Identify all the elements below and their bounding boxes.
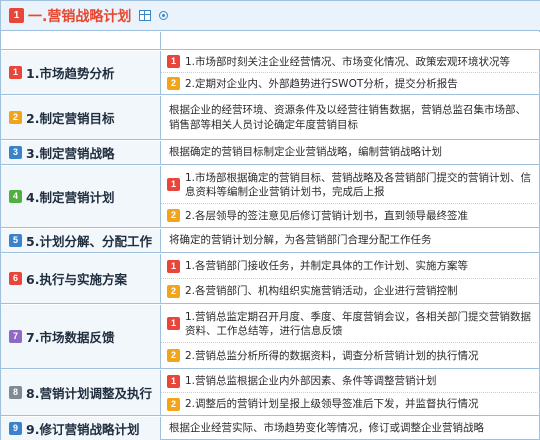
detail-item: 1 1.市场部根据确定的营销目标、营销战略及各营销部门提交的营销计划、信息资料等… [161, 166, 540, 204]
step-badge: 1 [9, 66, 22, 79]
row-label-cell: 1 1.市场趋势分析 [1, 51, 161, 94]
title-badge: 1 [9, 8, 24, 23]
step-badge: 6 [9, 272, 22, 285]
step-badge: 9 [9, 422, 22, 435]
target-icon[interactable] [159, 11, 169, 20]
table-row-marketing-plan: 4 4.制定营销计划 1 1.市场部根据确定的营销目标、营销战略及各营销部门提交… [1, 166, 540, 228]
step-label: 9.修订营销战略计划 [26, 422, 140, 437]
row-detail-cell: 1 1.营销总监定期召开月度、季度、年度营销会议，各相关部门提交营销数据资料、工… [161, 305, 540, 368]
table-row-marketing-goal: 2 2.制定营销目标 根据企业的经营环境、资源条件及以经营往销售数据，营销总监召… [1, 96, 540, 140]
item-text: 2.调整后的营销计划呈报上级领导签准后下发，并监督执行情况 [185, 398, 479, 410]
step-label: 6.执行与实施方案 [26, 272, 127, 287]
step-badge: 4 [9, 190, 22, 203]
item-text: 1.市场部根据确定的营销目标、营销战略及各营销部门提交的营销计划、信息资料等编制… [185, 171, 532, 198]
row-detail-cell: 将确定的营销计划分解，为各营销部门合理分配工作任务 [161, 229, 540, 252]
detail-item: 1 1.营销总监定期召开月度、季度、年度营销会议，各相关部门提交营销数据资料、工… [161, 305, 540, 343]
step-badge: 2 [9, 111, 22, 124]
marketing-strategy-table: 1 一.营销战略计划 1 1.市场趋势分析 1 1.市场部时刻关注企业经营情况、… [0, 0, 540, 440]
item-text: 1.市场部时刻关注企业经营情况、市场变化情况、政策宏观环境状况等 [185, 55, 511, 68]
item-text: 1.各营销部门接收任务，并制定具体的工作计划、实施方案等 [185, 260, 469, 272]
detail-text: 根据企业经营实际、市场趋势变化等情况，修订或调整企业营销战略 [169, 422, 484, 434]
step-label: 3.制定营销战略 [26, 146, 115, 161]
row-label-cell: 3 3.制定营销战略 [1, 141, 161, 164]
table-row-plan-breakdown: 5 5.计划分解、分配工作 将确定的营销计划分解，为各营销部门合理分配工作任务 [1, 229, 540, 253]
item-badge: 1 [167, 317, 180, 330]
detail-item: 1 1.营销总监根据企业内外部因素、条件等调整营销计划 [161, 370, 540, 393]
detail-text: 将确定的营销计划分解，为各营销部门合理分配工作任务 [169, 234, 432, 246]
page-title: 一.营销战略计划 [28, 8, 132, 25]
item-text: 2.营销总监分析所得的数据资料，调查分析营销计划的执行情况 [185, 349, 479, 362]
empty-header-row [1, 32, 540, 50]
step-badge: 8 [9, 386, 22, 399]
table-row-marketing-strategy: 3 3.制定营销战略 根据确定的营销目标制定企业营销战略，编制营销战略计划 [1, 141, 540, 165]
table-row-strategy-revision: 9 9.修订营销战略计划 根据企业经营实际、市场趋势变化等情况，修订或调整企业营… [1, 417, 540, 440]
item-badge: 1 [167, 178, 180, 191]
step-label: 1.市场趋势分析 [26, 66, 115, 81]
item-badge: 2 [167, 284, 180, 298]
row-detail-cell: 1 1.市场部时刻关注企业经营情况、市场变化情况、政策宏观环境状况等 2 2.定… [161, 51, 540, 94]
step-badge: 5 [9, 234, 22, 247]
item-badge: 2 [167, 349, 180, 362]
detail-item: 2 2.各营销部门、机构组织实施营销活动，企业进行营销控制 [161, 279, 540, 303]
row-label-cell: 5 5.计划分解、分配工作 [1, 229, 161, 252]
row-detail-cell: 1 1.营销总监根据企业内外部因素、条件等调整营销计划 2 2.调整后的营销计划… [161, 370, 540, 415]
row-detail-cell: 1 1.市场部根据确定的营销目标、营销战略及各营销部门提交的营销计划、信息资料等… [161, 166, 540, 227]
table-row-plan-adjustment: 8 8.营销计划调整及执行 1 1.营销总监根据企业内外部因素、条件等调整营销计… [1, 370, 540, 416]
row-label-cell: 9 9.修订营销战略计划 [1, 417, 161, 440]
item-badge: 1 [167, 259, 180, 273]
step-label: 2.制定营销目标 [26, 111, 115, 126]
detail-text: 根据确定的营销目标制定企业营销战略，编制营销战略计划 [169, 146, 442, 158]
row-label-cell: 7 7.市场数据反馈 [1, 305, 161, 368]
row-detail-cell: 1 1.各营销部门接收任务，并制定具体的工作计划、实施方案等 2 2.各营销部门… [161, 254, 540, 303]
row-label-cell: 4 4.制定营销计划 [1, 166, 161, 227]
table-title-bar: 1 一.营销战略计划 [1, 1, 540, 31]
detail-item: 2 2.调整后的营销计划呈报上级领导签准后下发，并监督执行情况 [161, 393, 540, 415]
item-badge: 2 [167, 209, 180, 222]
table-row-data-feedback: 7 7.市场数据反馈 1 1.营销总监定期召开月度、季度、年度营销会议，各相关部… [1, 305, 540, 369]
step-label: 8.营销计划调整及执行 [26, 386, 152, 401]
row-detail-cell: 根据确定的营销目标制定企业营销战略，编制营销战略计划 [161, 141, 540, 164]
detail-item: 2 2.营销总监分析所得的数据资料，调查分析营销计划的执行情况 [161, 343, 540, 368]
item-text: 1.营销总监根据企业内外部因素、条件等调整营销计划 [185, 375, 437, 387]
detail-text: 根据企业的经营环境、资源条件及以经营往销售数据，营销总监召集市场部、销售部等相关… [169, 103, 526, 131]
step-label: 5.计划分解、分配工作 [26, 234, 152, 249]
table-row-execution: 6 6.执行与实施方案 1 1.各营销部门接收任务，并制定具体的工作计划、实施方… [1, 254, 540, 304]
item-badge: 2 [167, 77, 180, 90]
item-text: 1.营销总监定期召开月度、季度、年度营销会议，各相关部门提交营销数据资料、工作总… [185, 310, 532, 337]
detail-item: 1 1.市场部时刻关注企业经营情况、市场变化情况、政策宏观环境状况等 [161, 51, 540, 73]
item-badge: 1 [167, 374, 180, 388]
item-text: 2.各层领导的签注意见后修订营销计划书，直到领导最终签准 [185, 209, 469, 222]
row-label-cell: 6 6.执行与实施方案 [1, 254, 161, 303]
row-label-cell: 8 8.营销计划调整及执行 [1, 370, 161, 415]
item-text: 2.定期对企业内、外部趋势进行SWOT分析，提交分析报告 [185, 77, 458, 90]
row-label-cell: 2 2.制定营销目标 [1, 96, 161, 139]
item-badge: 1 [167, 55, 180, 68]
table-icon[interactable] [139, 10, 152, 21]
step-badge: 3 [9, 146, 22, 159]
step-badge: 7 [9, 330, 22, 343]
table-row-market-trend: 1 1.市场趋势分析 1 1.市场部时刻关注企业经营情况、市场变化情况、政策宏观… [1, 51, 540, 95]
detail-item: 2 2.各层领导的签注意见后修订营销计划书，直到领导最终签准 [161, 204, 540, 227]
detail-item: 2 2.定期对企业内、外部趋势进行SWOT分析，提交分析报告 [161, 73, 540, 94]
detail-item: 1 1.各营销部门接收任务，并制定具体的工作计划、实施方案等 [161, 254, 540, 279]
step-label: 7.市场数据反馈 [26, 330, 115, 345]
step-label: 4.制定营销计划 [26, 190, 115, 205]
row-detail-cell: 根据企业经营实际、市场趋势变化等情况，修订或调整企业营销战略 [161, 417, 540, 440]
row-detail-cell: 根据企业的经营环境、资源条件及以经营往销售数据，营销总监召集市场部、销售部等相关… [161, 96, 540, 139]
item-text: 2.各营销部门、机构组织实施营销活动，企业进行营销控制 [185, 285, 458, 297]
item-badge: 2 [167, 397, 180, 411]
